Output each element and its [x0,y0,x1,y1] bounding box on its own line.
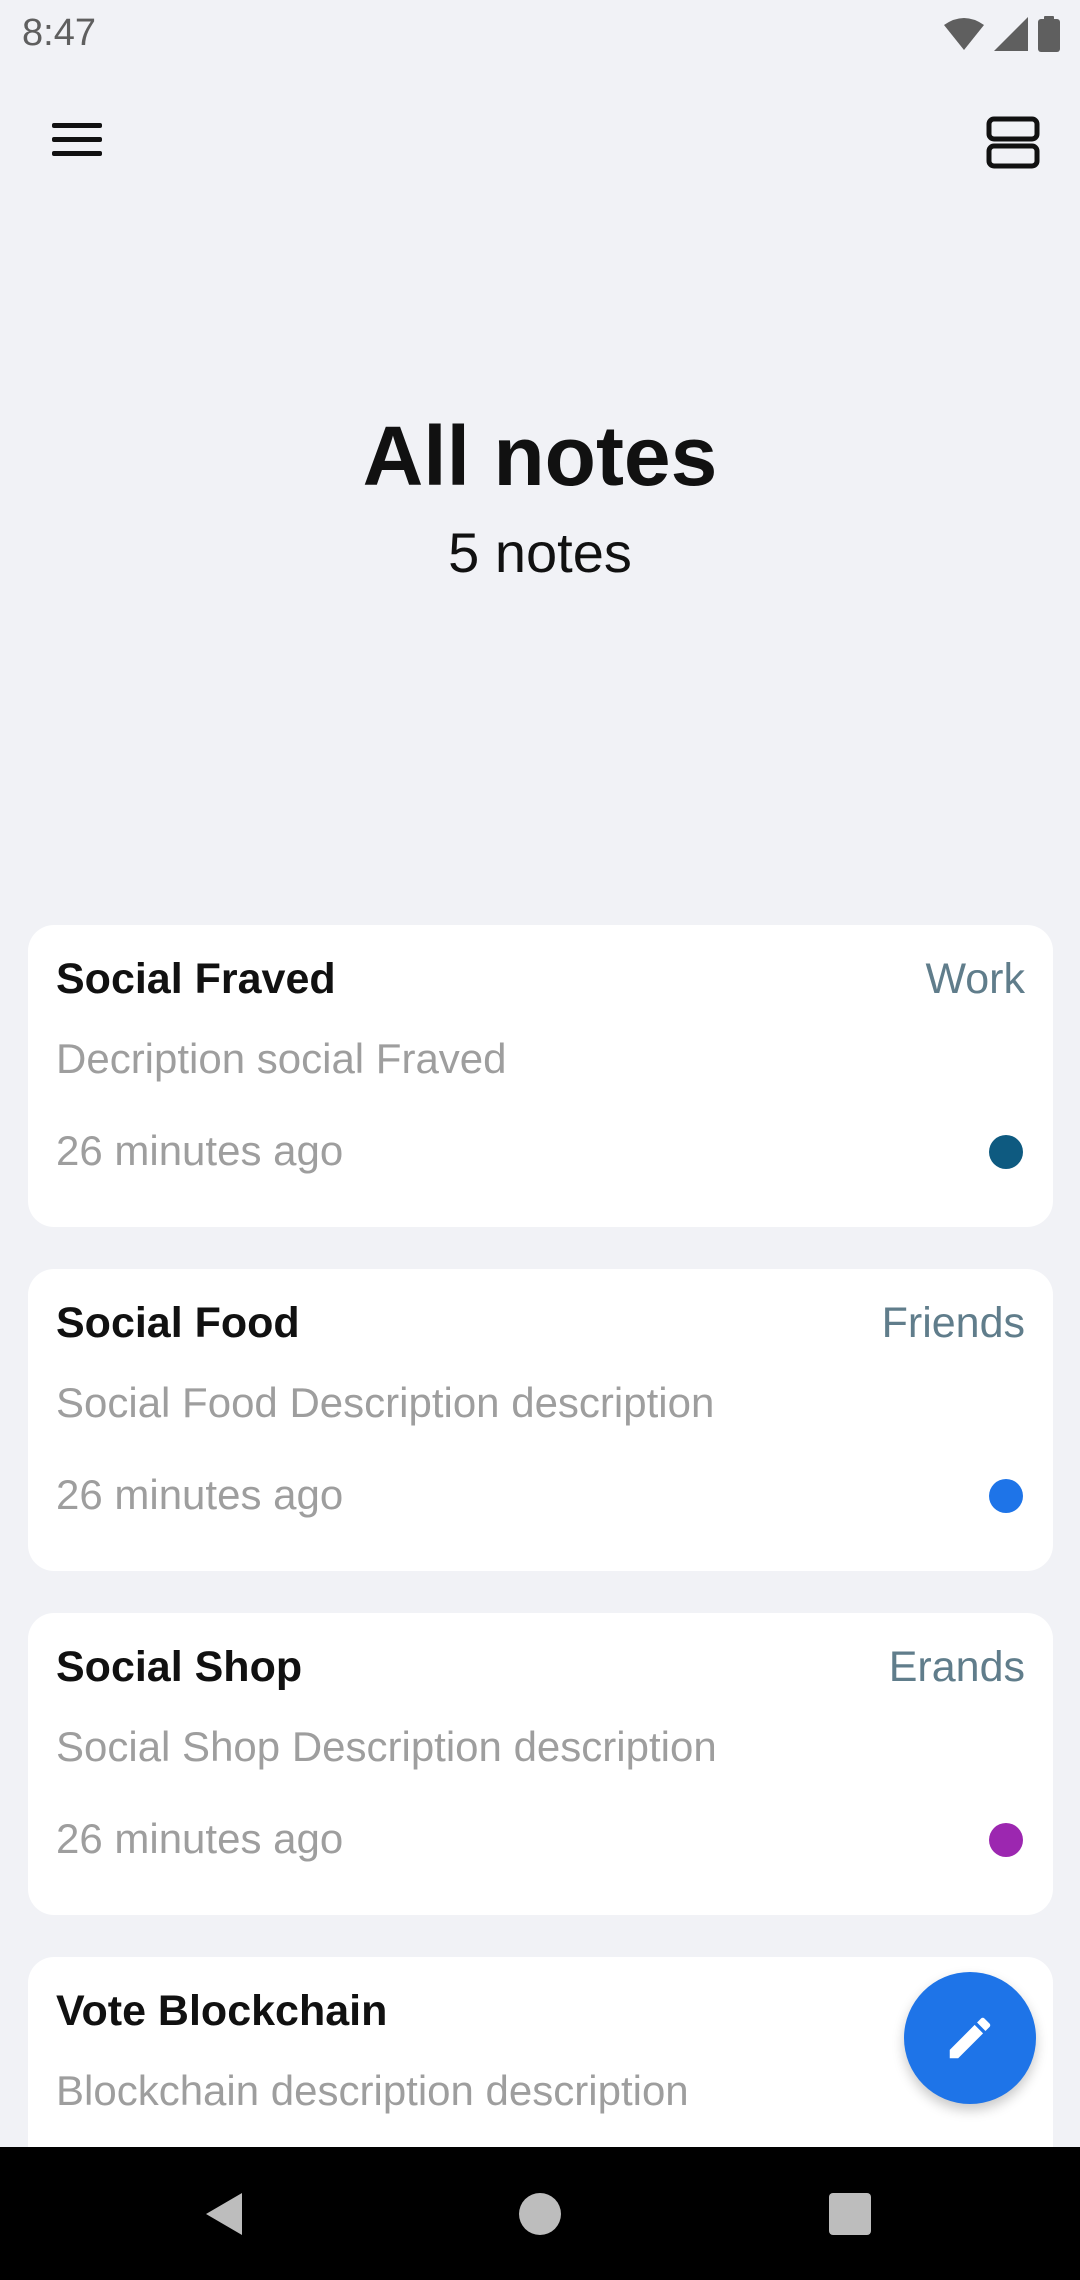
signal-icon [994,17,1028,51]
view-agenda-icon [986,116,1040,169]
layout-toggle-button[interactable] [986,116,1040,170]
notes-list: Social Fraved Work Decription social Fra… [28,925,1053,2280]
notes-screen: 8:47 All notes 5 notes Social Fraved Wor… [0,0,1080,2280]
note-title: Vote Blockchain [56,1987,388,2035]
note-color-dot [989,1823,1023,1857]
new-note-fab[interactable] [904,1972,1036,2104]
note-description: Decription social Fraved [56,1035,507,1082]
status-time: 8:47 [22,12,96,54]
status-icons [944,14,1060,54]
note-timestamp: 26 minutes ago [56,1127,344,1174]
menu-icon [52,123,102,156]
note-timestamp: 26 minutes ago [56,1471,344,1518]
note-category: Erands [888,1643,1025,1691]
wifi-icon [944,17,984,51]
back-triangle-icon[interactable] [204,2191,244,2242]
page-title: All notes [362,409,718,503]
notes-count: 5 notes [448,521,632,584]
note-card[interactable]: Social Fraved Work Decription social Fra… [28,925,1053,1227]
recents-square-icon[interactable] [829,2193,871,2235]
note-title: Social Food [56,1299,300,1347]
note-category: Friends [881,1299,1025,1347]
battery-icon [1038,16,1060,52]
edit-pencil-icon [949,2017,991,2059]
note-description: Social Food Description description [56,1379,715,1426]
note-category: Work [925,955,1025,1003]
note-card[interactable]: Social Food Friends Social Food Descript… [28,1269,1053,1571]
system-nav-bar [0,2147,1080,2280]
home-circle-icon[interactable] [519,2193,561,2235]
note-timestamp: 26 minutes ago [56,1815,344,1862]
note-description: Blockchain description description [56,2067,689,2114]
status-bar: 8:47 [0,0,1080,66]
note-title: Social Shop [56,1643,303,1691]
note-color-dot [989,1135,1023,1169]
note-color-dot [989,1479,1023,1513]
menu-button[interactable] [50,120,104,160]
note-title: Social Fraved [56,955,336,1003]
note-card[interactable]: Social Shop Erands Social Shop Descripti… [28,1613,1053,1915]
note-description: Social Shop Description description [56,1723,717,1770]
